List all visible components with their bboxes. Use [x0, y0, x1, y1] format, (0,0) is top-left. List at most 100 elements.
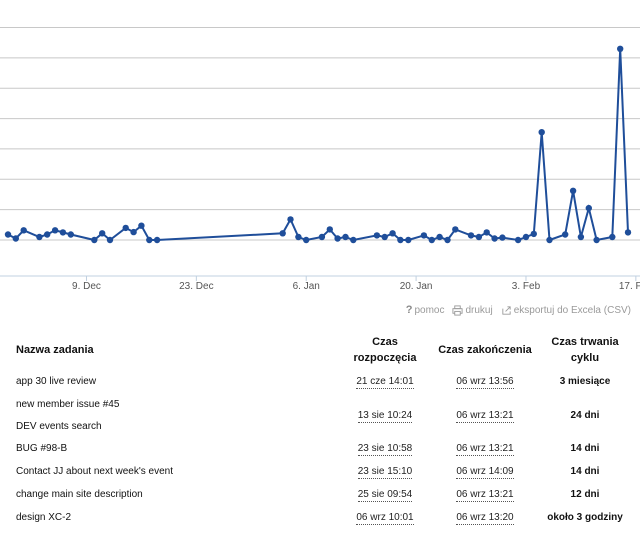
data-point[interactable]: [59, 229, 67, 236]
data-point[interactable]: [373, 232, 381, 239]
start-time: 21 cze 14:01: [356, 376, 414, 389]
data-point[interactable]: [444, 236, 451, 244]
data-point[interactable]: [593, 236, 600, 244]
table-row: BUG #98-B 23 sie 10:58 06 wrz 13:21 14 d…: [10, 437, 630, 460]
data-point[interactable]: [428, 236, 435, 244]
start-time: 13 sie 10:24: [357, 409, 413, 423]
data-point[interactable]: [138, 222, 145, 229]
cycle-duration: 14 dni: [570, 466, 600, 477]
print-label: drukuj: [465, 304, 493, 316]
x-tick-label: 9. Dec: [72, 281, 101, 292]
end-time: 06 wrz 13:56: [456, 376, 514, 389]
x-tick-label: 20. Jan: [400, 281, 433, 292]
table-row: Contact JJ about next week's event 23 si…: [10, 460, 630, 483]
data-point[interactable]: [146, 236, 153, 244]
task-name: change main site description: [16, 489, 143, 500]
table-row: new member issue #45 13 sie 10:24 06 wrz…: [10, 393, 630, 423]
end-time: 06 wrz 13:21: [456, 443, 514, 456]
data-point[interactable]: [326, 226, 333, 233]
end-time: 06 wrz 13:20: [456, 512, 514, 525]
cycle-duration: 12 dni: [570, 489, 600, 500]
data-point[interactable]: [295, 233, 302, 241]
data-point[interactable]: [130, 228, 137, 236]
header-end-time[interactable]: Czas zakończenia: [430, 330, 540, 370]
data-point[interactable]: [4, 231, 12, 238]
data-point[interactable]: [36, 233, 43, 241]
data-point[interactable]: [106, 236, 114, 244]
data-point[interactable]: [350, 236, 357, 244]
x-tick-label: 23. Dec: [179, 281, 213, 292]
data-point[interactable]: [51, 227, 59, 234]
data-point[interactable]: [303, 236, 310, 244]
data-point[interactable]: [67, 231, 75, 238]
x-tick-label: 6. Jan: [293, 281, 320, 292]
task-name: design XC-2: [16, 512, 72, 523]
data-point[interactable]: [397, 236, 404, 244]
data-point[interactable]: [287, 216, 294, 223]
header-start-time[interactable]: Czas rozpoczęcia: [340, 330, 430, 370]
start-time: 23 sie 10:58: [357, 443, 413, 456]
data-point[interactable]: [91, 236, 98, 244]
table-row: design XC-2 06 wrz 10:01 06 wrz 13:20 ok…: [10, 506, 630, 529]
data-point[interactable]: [617, 45, 624, 52]
data-point[interactable]: [342, 233, 349, 241]
cycle-time-chart: 9. Dec 23. Dec 6. Jan 20. Jan 3. Feb 17. Feb: [0, 27, 640, 292]
data-point[interactable]: [12, 235, 19, 242]
data-point[interactable]: [420, 232, 428, 239]
help-link[interactable]: ? pomoc: [406, 304, 445, 316]
data-point[interactable]: [389, 230, 396, 237]
data-point[interactable]: [436, 233, 443, 241]
question-icon: ?: [405, 304, 413, 316]
data-point[interactable]: [609, 233, 616, 241]
data-point[interactable]: [153, 236, 161, 244]
series-line: [7, 48, 629, 242]
header-task-name[interactable]: Nazwa zadania: [10, 330, 340, 370]
export-csv-link[interactable]: eksportuj do Excela (CSV): [501, 305, 631, 316]
data-point[interactable]: [514, 236, 522, 244]
data-point[interactable]: [538, 129, 545, 136]
cycle-duration: 3 miesiące: [559, 376, 611, 387]
data-point[interactable]: [491, 235, 498, 242]
printer-icon: [452, 304, 464, 316]
chart-x-axis: 9. Dec 23. Dec 6. Jan 20. Jan 3. Feb 17. Feb: [72, 276, 640, 292]
data-point[interactable]: [452, 226, 459, 233]
data-point[interactable]: [122, 224, 129, 232]
tasks-table: Nazwa zadania Czas rozpoczęcia Czas zako…: [10, 330, 630, 529]
data-point[interactable]: [483, 229, 490, 236]
export-label: eksportuj do Excela (CSV): [513, 304, 631, 316]
data-point[interactable]: [334, 235, 341, 242]
task-name: DEV events search: [16, 420, 102, 432]
data-point[interactable]: [522, 233, 530, 241]
data-point[interactable]: [624, 229, 632, 236]
table-row: app 30 live review 21 cze 14:01 06 wrz 1…: [10, 370, 630, 393]
help-label: pomoc: [414, 304, 445, 316]
data-point[interactable]: [569, 187, 577, 194]
table-row: change main site description 25 sie 09:5…: [10, 483, 630, 506]
data-point[interactable]: [530, 230, 537, 238]
task-name: new member issue #45: [16, 398, 120, 410]
data-point[interactable]: [318, 233, 326, 241]
data-point[interactable]: [585, 204, 592, 212]
start-time: 23 sie 15:10: [357, 466, 413, 479]
data-point[interactable]: [20, 227, 27, 234]
data-point[interactable]: [467, 232, 475, 239]
data-point[interactable]: [405, 236, 412, 244]
print-link[interactable]: drukuj: [452, 304, 493, 316]
data-point[interactable]: [546, 236, 553, 244]
end-time: 06 wrz 14:09: [456, 466, 514, 479]
data-point[interactable]: [44, 231, 51, 238]
task-name: BUG #98-B: [16, 443, 68, 454]
header-cycle-duration[interactable]: Czas trwania cyklu: [540, 330, 630, 370]
data-point[interactable]: [475, 233, 483, 241]
end-time: 06 wrz 13:21: [456, 489, 514, 502]
data-point[interactable]: [99, 230, 106, 237]
data-point[interactable]: [562, 231, 569, 238]
start-time: 06 wrz 10:01: [356, 512, 414, 525]
data-point[interactable]: [381, 233, 388, 241]
data-point[interactable]: [499, 234, 506, 241]
export-icon: [502, 305, 511, 315]
table-header-row: Nazwa zadania Czas rozpoczęcia Czas zako…: [10, 330, 630, 370]
data-point[interactable]: [577, 233, 585, 241]
cycle-duration: 24 dni: [570, 409, 600, 421]
data-point[interactable]: [279, 230, 286, 237]
